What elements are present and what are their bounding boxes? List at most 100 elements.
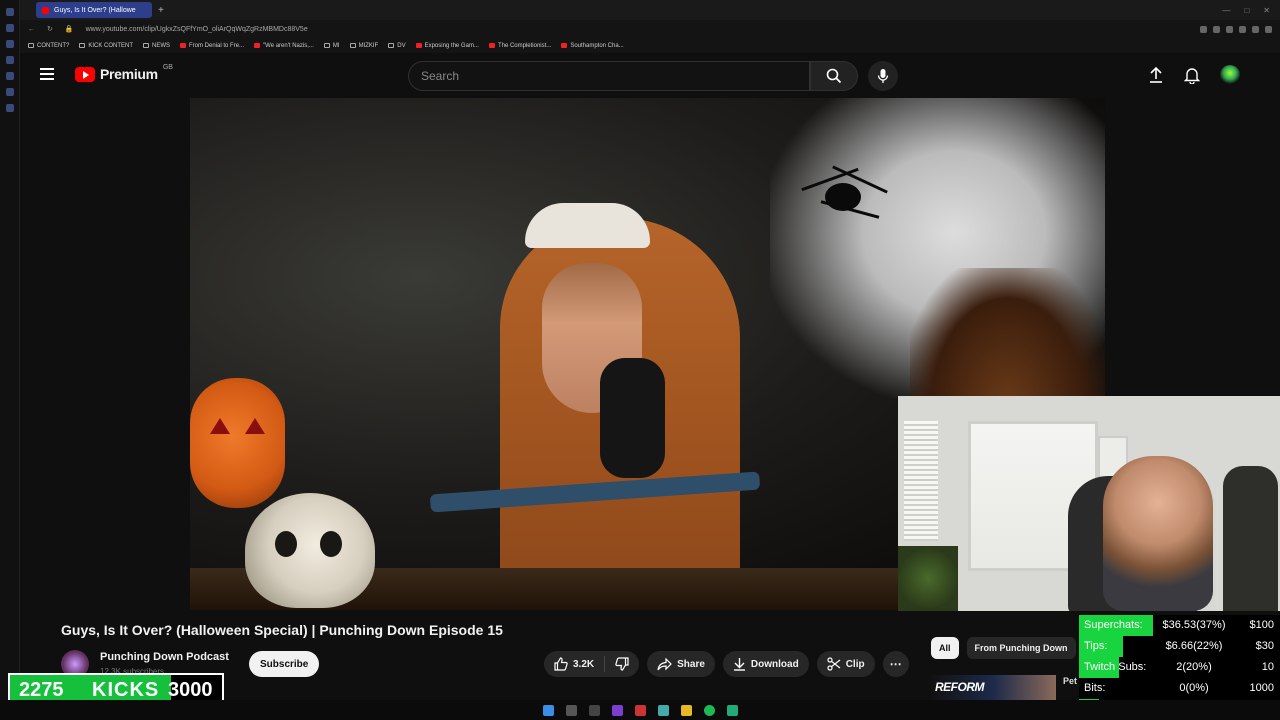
extension-icon[interactable] (1239, 25, 1246, 33)
bookmarks-bar: CONTENT? KICK CONTENT NEWS From Denial to F… (20, 38, 1280, 53)
chrome-icon[interactable] (657, 704, 669, 716)
bookmark-label: MI (332, 42, 340, 49)
extension-icon[interactable] (1213, 25, 1220, 33)
video-title: Guys, Is It Over? (Halloween Special) | … (61, 622, 503, 638)
thumbnail-text: REFORM (935, 680, 985, 694)
taskbar-search-icon[interactable] (565, 704, 577, 716)
windows-start-icon[interactable] (542, 704, 554, 716)
new-tab-icon[interactable]: + (158, 5, 164, 16)
bookmark-folder-icon (388, 43, 395, 48)
address-bar: ← ↻ 🔒 www.youtube.com/clip/UgkxZsQFfYmO_… (20, 20, 1280, 38)
skull-decoration (245, 493, 375, 608)
bookmark-label: MIZKIF (358, 42, 379, 49)
stat-label: Tips: (1084, 640, 1108, 652)
related-video-thumbnail[interactable]: REFORM (931, 675, 1056, 700)
bookmark-folder-icon (79, 43, 86, 48)
clip-button[interactable]: Clip (816, 651, 875, 677)
bookmark-item[interactable]: KICK CONTENT (79, 43, 133, 49)
extension-icon[interactable] (1200, 25, 1207, 33)
bookmark-item[interactable]: Exposing the Gam... (415, 42, 479, 49)
stat-row: Twitch Subs: 2(20%) 10 (1079, 657, 1280, 678)
task-view-icon[interactable] (588, 704, 600, 716)
bookmark-label: From Denial to Fre... (189, 42, 245, 49)
search-button[interactable] (810, 61, 858, 91)
account-avatar[interactable] (1220, 65, 1240, 85)
thumbs-up-icon (554, 657, 568, 671)
channel-name[interactable]: Punching Down Podcast (100, 651, 229, 663)
bookmark-item[interactable]: MIZKIF (349, 42, 379, 49)
bookmark-item[interactable]: From Denial to Fre... (180, 43, 244, 49)
bookmark-item[interactable]: CONTENT? (28, 43, 69, 49)
stat-label: Bits: (1084, 682, 1106, 694)
sidebar-app-icon[interactable] (5, 88, 14, 96)
close-icon[interactable]: ✕ (1263, 6, 1270, 15)
related-chips: All From Punching Down (931, 637, 1076, 659)
url-field[interactable]: www.youtube.com/clip/UgkxZsQFfYmO_oliArQ… (86, 26, 308, 33)
bookmark-label: Exposing the Gam... (424, 42, 479, 49)
sidebar-app-icon[interactable] (5, 56, 14, 64)
stat-goal: $100 (1249, 619, 1274, 631)
stat-row: Tips: $6.66(22%) $30 (1079, 636, 1280, 657)
like-button[interactable]: 3.2K (544, 651, 604, 677)
browser-sidebar (0, 0, 20, 700)
header-actions (1148, 65, 1240, 85)
search-input[interactable] (421, 69, 809, 83)
stat-value: 2(20%) (1176, 661, 1212, 673)
bookmark-item[interactable]: MI (323, 42, 340, 49)
sidebar-app-icon[interactable] (5, 72, 14, 80)
back-icon[interactable]: ← (28, 26, 35, 33)
minimize-icon[interactable]: — (1222, 6, 1230, 15)
bookmark-label: KICK CONTENT (88, 42, 134, 49)
bookmark-item[interactable]: "We aren't Nazis,... (254, 43, 314, 49)
logo-text: Premium (100, 66, 158, 82)
folder-icon[interactable] (680, 704, 692, 716)
bookmark-folder-icon (488, 43, 495, 48)
clip-label: Clip (845, 658, 865, 670)
sidebar-app-icon[interactable] (5, 40, 14, 48)
tab-title: Guys, Is It Over? (Hallowe (54, 6, 136, 14)
youtube-favicon-icon (42, 6, 49, 14)
bookmark-item[interactable]: NEWS (143, 43, 170, 49)
subscribe-button[interactable]: Subscribe (249, 651, 320, 677)
upload-icon[interactable] (1148, 66, 1164, 84)
streamer (1103, 456, 1213, 611)
like-dislike-group: 3.2K (544, 651, 640, 677)
voice-search-button[interactable] (868, 61, 898, 91)
more-actions-button[interactable]: ⋯ (882, 651, 909, 677)
bookmark-item[interactable]: Southampton Cha... (561, 43, 624, 49)
browser-icon[interactable] (634, 704, 646, 716)
download-label: Download (750, 658, 799, 670)
bookmark-item[interactable]: The Completionist... (488, 43, 551, 49)
webcam-plant (898, 546, 958, 611)
spotify-icon[interactable] (703, 704, 715, 716)
filter-chip[interactable]: From Punching Down (966, 637, 1076, 659)
filter-chip[interactable]: All (931, 637, 959, 659)
region-code: GB (162, 63, 173, 71)
xbox-icon[interactable] (726, 704, 738, 716)
stat-goal: 1000 (1249, 682, 1274, 694)
extension-icon[interactable] (1226, 25, 1233, 33)
share-button[interactable]: Share (647, 651, 715, 677)
kicks-label: KICKS (92, 679, 160, 701)
extension-icon[interactable] (1265, 25, 1272, 33)
search-icon (826, 68, 842, 84)
browser-tab-active[interactable]: Guys, Is It Over? (Hallowe (36, 2, 152, 18)
stat-goal: 10 (1261, 661, 1274, 673)
menu-icon[interactable] (40, 68, 54, 80)
discord-icon[interactable] (611, 704, 623, 716)
tab-bar: Guys, Is It Over? (Hallowe + — □ ✕ (20, 0, 1280, 20)
sidebar-app-icon[interactable] (5, 24, 14, 32)
maximize-icon[interactable]: □ (1244, 6, 1249, 15)
bookmark-item[interactable]: DV (388, 42, 406, 49)
reload-icon[interactable]: ↻ (47, 25, 53, 33)
extensions-area (1200, 25, 1280, 33)
sidebar-app-icon[interactable] (5, 8, 14, 16)
sidebar-app-icon[interactable] (5, 104, 14, 112)
bookmark-label: DV (397, 42, 406, 49)
download-button[interactable]: Download (722, 651, 809, 677)
youtube-logo[interactable]: Premium GB (75, 63, 173, 82)
dislike-button[interactable] (605, 651, 639, 677)
extension-icon[interactable] (1252, 25, 1259, 33)
notifications-bell-icon[interactable] (1184, 66, 1200, 84)
bookmark-folder-icon (143, 43, 150, 48)
